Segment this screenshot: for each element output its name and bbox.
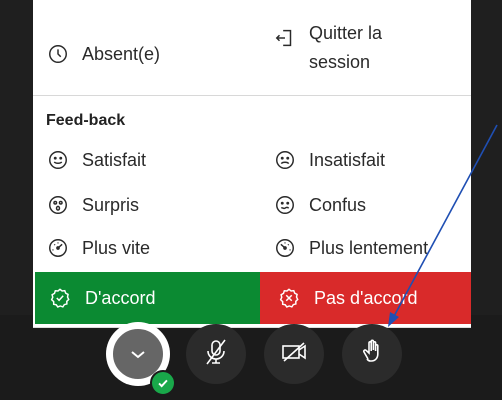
feedback-section-title: Feed-back (46, 112, 126, 129)
menu-item-label: Plus lentement (309, 237, 429, 258)
menu-item-surprised[interactable]: Surpris (46, 193, 139, 217)
speed-slow-icon (273, 236, 297, 260)
menu-item-label: session (309, 52, 371, 72)
menu-item-quit-session[interactable]: Quitter la session (273, 23, 382, 77)
sad-face-icon (273, 148, 297, 172)
menu-item-label: Satisfait (82, 149, 147, 170)
menu-item-label: Insatisfait (309, 149, 386, 170)
check-badge-icon (49, 287, 71, 309)
menu-item-label: Quitter la (309, 23, 383, 43)
agree-button[interactable]: D'accord (35, 272, 260, 324)
menu-item-slower[interactable]: Plus lentement (273, 236, 428, 260)
cross-badge-icon (278, 287, 300, 309)
disagree-label: Pas d'accord (314, 287, 418, 308)
confused-face-icon (273, 193, 297, 217)
raise-hand-button[interactable] (342, 324, 402, 384)
clock-icon (46, 42, 70, 66)
disagree-button[interactable]: Pas d'accord (260, 272, 471, 324)
menu-item-faster[interactable]: Plus vite (46, 236, 150, 260)
menu-item-satisfied[interactable]: Satisfait (46, 148, 146, 172)
surprised-face-icon (46, 193, 70, 217)
mic-off-icon (201, 337, 231, 372)
microphone-muted-button[interactable] (186, 324, 246, 384)
speed-fast-icon (46, 236, 70, 260)
menu-item-label: Plus vite (82, 237, 151, 258)
menu-item-confused[interactable]: Confus (273, 193, 366, 217)
smile-icon (46, 148, 70, 172)
menu-item-label: Confus (309, 194, 367, 215)
menu-item-label: Absent(e) (82, 43, 161, 64)
divider (33, 95, 471, 96)
status-menu: Absent(e) Quitter la session Feed-back S… (33, 0, 471, 328)
status-check-icon (150, 370, 176, 396)
menu-item-unsatisfied[interactable]: Insatisfait (273, 148, 385, 172)
menu-item-label: Surpris (82, 194, 140, 215)
camera-off-button[interactable] (264, 324, 324, 384)
exit-icon (273, 26, 297, 50)
menu-item-absent[interactable]: Absent(e) (46, 42, 160, 66)
agree-label: D'accord (85, 287, 156, 308)
hand-icon (357, 337, 387, 372)
camera-off-icon (279, 337, 309, 372)
